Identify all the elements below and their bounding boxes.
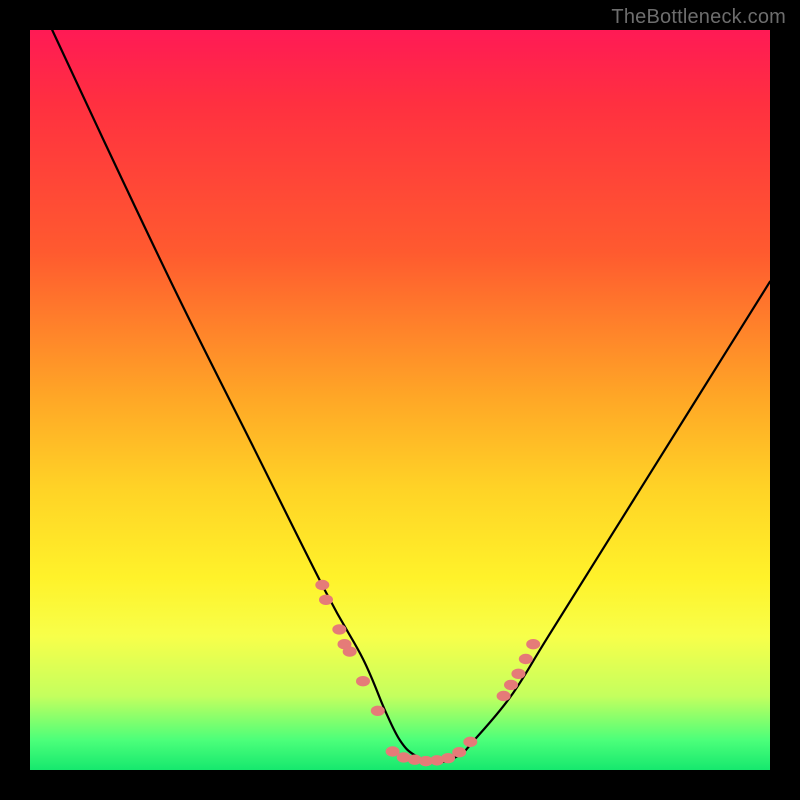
curve-marker [371,706,385,716]
curve-marker [519,654,533,664]
curve-markers [315,580,540,767]
plot-area [30,30,770,770]
curve-marker [463,737,477,747]
curve-marker [452,747,466,757]
curve-marker [504,680,518,690]
watermark-text: TheBottleneck.com [611,6,786,29]
curve-svg [30,30,770,770]
curve-marker [332,624,346,634]
curve-marker [497,691,511,701]
curve-marker [356,676,370,686]
chart-frame: TheBottleneck.com [0,0,800,800]
curve-marker [315,580,329,590]
bottleneck-curve [52,30,770,763]
curve-marker [511,669,525,679]
curve-marker [526,639,540,649]
curve-marker [319,595,333,605]
curve-marker [343,646,357,656]
